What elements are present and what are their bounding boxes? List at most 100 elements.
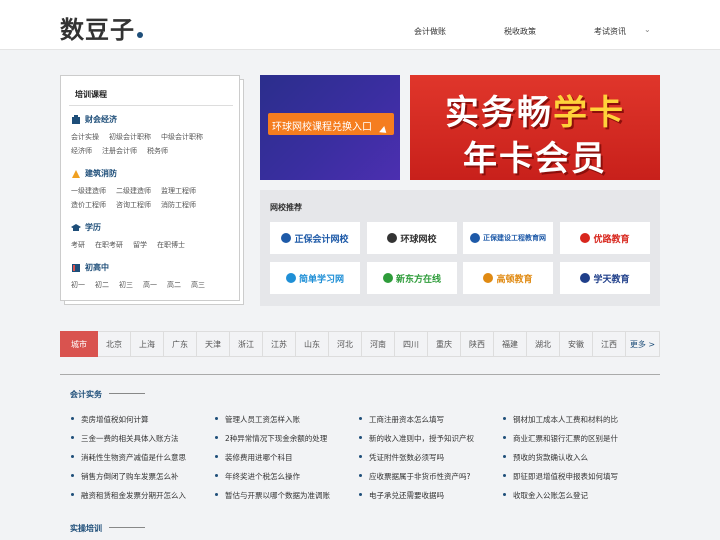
city-tab[interactable]: 湖北	[527, 331, 560, 357]
article-link[interactable]: 即征即退增值税申报表如何填写	[503, 471, 618, 482]
article-link[interactable]: 融资租赁租金发票分期开怎么入	[71, 490, 186, 501]
course-link[interactable]: 监理工程师	[161, 184, 196, 198]
banner-text: 环球网校课程兑换入口	[272, 122, 372, 133]
school-logo-jianshe[interactable]: 正保建设工程教育网	[463, 222, 553, 254]
nav-accounting[interactable]: 会计做账	[414, 26, 446, 37]
school-logo-hqwx[interactable]: 环球网校	[367, 222, 457, 254]
course-link[interactable]: 高三	[191, 278, 205, 292]
construction-icon	[72, 169, 80, 178]
school-logo-xdf[interactable]: 新东方在线	[367, 262, 457, 294]
category-name[interactable]: 财会经济	[85, 114, 117, 125]
city-tab[interactable]: 四川	[395, 331, 428, 357]
city-tab[interactable]: 河南	[362, 331, 395, 357]
article-link[interactable]: 商业汇票和银行汇票的区别是什	[503, 433, 618, 444]
article-link[interactable]: 消耗性生物资产减值是什么意思	[71, 452, 186, 463]
annual-card-banner[interactable]: 实务畅学卡 年卡会员	[410, 75, 660, 180]
course-link[interactable]: 在职考研	[95, 238, 123, 252]
category-name[interactable]: 建筑消防	[85, 168, 117, 179]
article-link[interactable]: 三金一费的相关具体入账方法	[71, 433, 179, 444]
course-redeem-banner[interactable]: 环球网校课程兑换入口	[260, 75, 400, 180]
zhengbao-icon	[281, 233, 292, 243]
course-link[interactable]: 初一	[71, 278, 85, 292]
school-logo-xuetian[interactable]: 学天教育	[560, 262, 650, 294]
book-icon	[72, 263, 80, 272]
course-link[interactable]: 初级会计职称	[109, 130, 151, 144]
article-link[interactable]: 应收票据属于非货币性资产吗?	[358, 471, 470, 482]
city-tab[interactable]: 广东	[164, 331, 197, 357]
course-link[interactable]: 考研	[71, 238, 85, 252]
course-link[interactable]: 经济师	[71, 144, 92, 158]
article-link[interactable]: 销售方倒闭了购车发票怎么补	[71, 471, 179, 482]
course-link[interactable]: 高一	[143, 278, 157, 292]
city-tab[interactable]: 江苏	[263, 331, 296, 357]
xdf-icon	[382, 273, 393, 283]
city-tab[interactable]: 山东	[296, 331, 329, 357]
city-tab[interactable]: 河北	[329, 331, 362, 357]
article-link[interactable]: 收取金入公账怎么登记	[503, 490, 588, 501]
city-tab[interactable]: 天津	[197, 331, 230, 357]
divider	[69, 105, 233, 106]
article-link[interactable]: 预收的货款确认收入么	[503, 452, 588, 463]
site-logo[interactable]: 数豆子	[60, 10, 143, 45]
article-link[interactable]: 暂估与开票以哪个数据为准调账	[215, 490, 330, 501]
category-finance: 财会经济 会计实操 初级会计职称 中级会计职称 经济师 注册会计师 税务师	[71, 114, 213, 158]
article-link[interactable]: 钢材加工成本人工费和材料的比	[503, 414, 618, 425]
course-link[interactable]: 中级会计职称	[161, 130, 203, 144]
article-link[interactable]: 新的收入准则中，授予知识产权	[359, 433, 474, 444]
course-link[interactable]: 初二	[95, 278, 109, 292]
section-title-accounting: 会计实务	[70, 390, 102, 399]
city-tab[interactable]: 浙江	[230, 331, 263, 357]
city-tab-bar: 城市 北京 上海 广东 天津 浙江 江苏 山东 河北 河南 四川 重庆 陕西 福…	[60, 331, 660, 357]
article-link[interactable]: 电子承兑还需要收据吗	[359, 490, 444, 501]
course-link[interactable]: 会计实操	[71, 130, 99, 144]
nav-tax-policy[interactable]: 税收政策	[504, 26, 536, 37]
course-link[interactable]: 造价工程师	[71, 198, 106, 212]
school-logo-zhengbao[interactable]: 正保会计网校	[270, 222, 360, 254]
gaodun-icon	[483, 273, 494, 283]
city-tab[interactable]: 陕西	[461, 331, 494, 357]
city-tab[interactable]: 重庆	[428, 331, 461, 357]
finance-icon	[72, 114, 80, 124]
article-link[interactable]: 年终奖进个税怎么操作	[215, 471, 300, 482]
school-logo-youlu[interactable]: 优路教育	[560, 222, 650, 254]
course-link[interactable]: 初三	[119, 278, 133, 292]
school-panel-title: 网校推荐	[270, 203, 302, 212]
training-courses-card: 培训课程 财会经济 会计实操 初级会计职称 中级会计职称 经济师 注册会计师 税务师 建…	[60, 75, 240, 301]
course-link[interactable]: 在职博士	[157, 238, 185, 252]
city-tab[interactable]: 福建	[494, 331, 527, 357]
section-title-line	[109, 527, 145, 528]
course-link[interactable]: 一级建造师	[71, 184, 106, 198]
course-link[interactable]: 留学	[133, 238, 147, 252]
chevron-down-icon[interactable]: ⌄	[644, 25, 651, 34]
course-card-title: 培训课程	[75, 90, 107, 99]
banner-subline: 年卡会员	[463, 139, 607, 179]
article-link[interactable]: 管理人员工资怎样入账	[215, 414, 300, 425]
category-education: 学历 考研 在职考研 留学 在职博士	[71, 222, 195, 252]
city-tab[interactable]: 北京	[98, 331, 131, 357]
course-link[interactable]: 注册会计师	[102, 144, 137, 158]
youlu-icon	[580, 233, 591, 243]
course-link[interactable]: 二级建造师	[116, 184, 151, 198]
article-link[interactable]: 凭证附件张数必须写吗	[359, 452, 444, 463]
course-link[interactable]: 咨询工程师	[116, 198, 151, 212]
course-link[interactable]: 税务师	[147, 144, 168, 158]
category-name[interactable]: 初高中	[85, 262, 109, 273]
course-link[interactable]: 高二	[167, 278, 181, 292]
course-link[interactable]: 消防工程师	[161, 198, 196, 212]
article-link[interactable]: 工商注册资本怎么填写	[359, 414, 444, 425]
banner-headline: 实务畅学卡	[445, 93, 625, 133]
nav-exam-news[interactable]: 考试资讯	[594, 26, 626, 37]
city-tab[interactable]: 安徽	[560, 331, 593, 357]
city-tab[interactable]: 上海	[131, 331, 164, 357]
article-link[interactable]: 卖房增值税如何计算	[71, 414, 149, 425]
article-link[interactable]: 2种异常情况下现金余额的处理	[214, 433, 327, 444]
city-tab[interactable]: 江西	[593, 331, 626, 357]
logo-text: 数豆子	[60, 15, 135, 44]
school-logo-jd100[interactable]: 简单学习网	[270, 262, 360, 294]
city-tab-label[interactable]: 城市	[60, 331, 98, 357]
category-name[interactable]: 学历	[85, 222, 101, 233]
article-link[interactable]: 装修费用进哪个科目	[215, 452, 293, 463]
xuetian-icon	[580, 273, 591, 283]
more-cities-button[interactable]: 更多 >	[626, 331, 660, 357]
school-logo-gaodun[interactable]: 高顿教育	[463, 262, 553, 294]
